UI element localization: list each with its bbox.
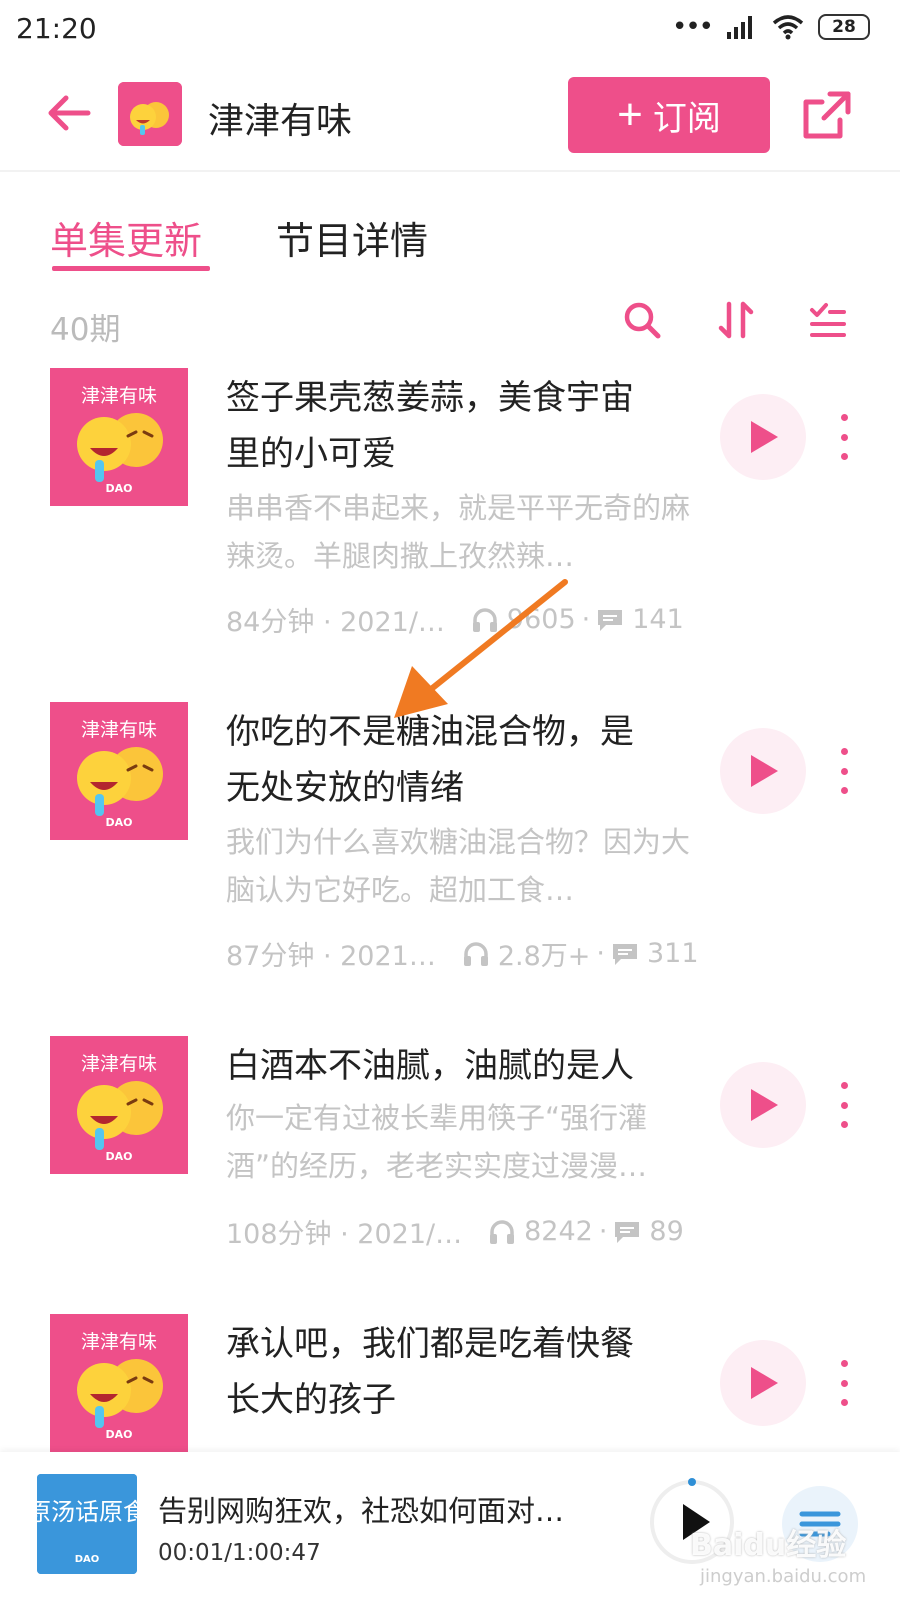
episode-comments: 311 bbox=[646, 938, 699, 969]
back-arrow-icon[interactable] bbox=[44, 88, 94, 138]
watermark-text: Baidu经验 bbox=[690, 1528, 847, 1563]
episode-plays: 2.8万+ bbox=[497, 941, 591, 972]
cover-title-text: 津津有味 bbox=[81, 719, 157, 741]
header-divider bbox=[0, 170, 900, 172]
episode-more-button[interactable] bbox=[836, 1082, 852, 1128]
tab-details[interactable]: 节目详情 bbox=[276, 210, 428, 265]
cover-title-text: 津津有味 bbox=[81, 385, 157, 407]
episode-cover[interactable]: 津津有味 DAO bbox=[50, 368, 188, 506]
emoji-cover-icon bbox=[118, 82, 182, 146]
tab-episodes[interactable]: 单集更新 bbox=[50, 210, 202, 265]
episode-plays: 8242 bbox=[524, 1216, 593, 1247]
episode-more-button[interactable] bbox=[836, 414, 852, 460]
subscribe-label: 订阅 bbox=[652, 99, 721, 138]
cover-brand-text: DAO bbox=[106, 1428, 133, 1441]
play-icon bbox=[751, 1367, 778, 1399]
episode-comments: 141 bbox=[632, 604, 684, 635]
sort-icon[interactable] bbox=[715, 298, 759, 342]
emoji-cover-icon: 津津有味 DAO bbox=[50, 368, 188, 506]
comment-icon bbox=[598, 609, 623, 631]
status-icons: ••• 28 bbox=[672, 14, 870, 40]
episode-cover[interactable]: 津津有味 DAO bbox=[50, 1036, 188, 1174]
podcast-title: 津津有味 bbox=[208, 101, 353, 142]
signal-icon bbox=[727, 16, 752, 39]
comment-icon bbox=[615, 1221, 640, 1243]
player-time: 00:01/1:00:47 bbox=[158, 1540, 321, 1566]
episode-play-button[interactable] bbox=[720, 394, 806, 480]
status-time: 21:20 bbox=[16, 12, 97, 45]
episode-play-button[interactable] bbox=[720, 1062, 806, 1148]
episode-play-button[interactable] bbox=[720, 728, 806, 814]
cover-brand-text: DAO bbox=[106, 482, 133, 495]
episode-meta: 87分钟 · 2021… 2.8万+ · 311 bbox=[226, 934, 699, 973]
battery-indicator: 28 bbox=[818, 14, 870, 40]
podcast-cover-thumbnail bbox=[118, 82, 182, 146]
emoji-cover-icon: 津津有味 DAO bbox=[50, 1314, 188, 1452]
episode-cover[interactable]: 津津有味 DAO bbox=[50, 702, 188, 840]
episode-title[interactable]: 白酒本不油腻，油腻的是人 bbox=[226, 1038, 666, 1094]
emoji-cover-icon: 津津有味 DAO bbox=[50, 702, 188, 840]
watermark-url: jingyan.baidu.com bbox=[700, 1566, 867, 1587]
emoji-cover-icon: 津津有味 DAO bbox=[50, 1036, 188, 1174]
player-cover-text-top: 原汤话原食 bbox=[37, 1498, 137, 1526]
episode-title[interactable]: 签子果壳葱姜蒜，美食宇宙里的小可爱 bbox=[226, 370, 666, 482]
cover-title-text: 津津有味 bbox=[81, 1331, 157, 1353]
play-icon bbox=[751, 755, 778, 787]
episode-description[interactable]: 串串香不串起来，就是平平无奇的麻辣烫。羊腿肉撒上孜然辣… bbox=[226, 484, 696, 580]
episode-duration-date: 108分钟 · 2021/… bbox=[226, 1219, 463, 1250]
episode-comments: 89 bbox=[649, 1216, 684, 1247]
cover-brand-text: DAO bbox=[106, 1150, 133, 1163]
batch-select-icon[interactable] bbox=[806, 298, 850, 342]
cover-brand-text: DAO bbox=[106, 816, 133, 829]
more-dots-icon: ••• bbox=[671, 12, 714, 42]
play-icon bbox=[751, 421, 778, 453]
annotation-arrow bbox=[394, 579, 568, 718]
player-cover[interactable]: 原汤话原食 DAO bbox=[37, 1474, 137, 1574]
active-tab-indicator bbox=[52, 266, 210, 271]
player-episode-title: 告别网购狂欢，社恐如何面对… bbox=[158, 1494, 565, 1528]
share-icon[interactable] bbox=[800, 88, 854, 142]
player-cover-art: 原汤话原食 DAO bbox=[37, 1474, 137, 1574]
episode-count: 40期 bbox=[50, 312, 121, 348]
episode-more-button[interactable] bbox=[836, 748, 852, 794]
plus-icon: + bbox=[617, 90, 643, 139]
episode-duration-date: 87分钟 · 2021… bbox=[226, 941, 436, 972]
episode-description[interactable]: 你一定有过被长辈用筷子“强行灌酒”的经历，老老实实度过漫漫… bbox=[226, 1094, 696, 1190]
episode-description[interactable]: 我们为什么喜欢糖油混合物？因为大脑认为它好吃。超加工食… bbox=[226, 818, 696, 914]
search-icon[interactable] bbox=[620, 298, 664, 342]
episode-more-button[interactable] bbox=[836, 1360, 852, 1406]
play-icon bbox=[751, 1089, 778, 1121]
headphones-icon bbox=[490, 1219, 515, 1244]
headphones-icon bbox=[463, 941, 488, 966]
comment-icon bbox=[612, 943, 637, 965]
cover-title-text: 津津有味 bbox=[81, 1053, 157, 1075]
episode-cover[interactable]: 津津有味 DAO bbox=[50, 1314, 188, 1452]
subscribe-button[interactable]: + 订阅 bbox=[568, 77, 770, 153]
player-cover-brand: DAO bbox=[75, 1554, 100, 1565]
episode-meta: 108分钟 · 2021/… 8242 · 89 bbox=[226, 1212, 684, 1251]
episode-play-button[interactable] bbox=[720, 1340, 806, 1426]
episode-title[interactable]: 承认吧，我们都是吃着快餐长大的孩子 bbox=[226, 1316, 666, 1428]
wifi-icon bbox=[772, 15, 804, 40]
